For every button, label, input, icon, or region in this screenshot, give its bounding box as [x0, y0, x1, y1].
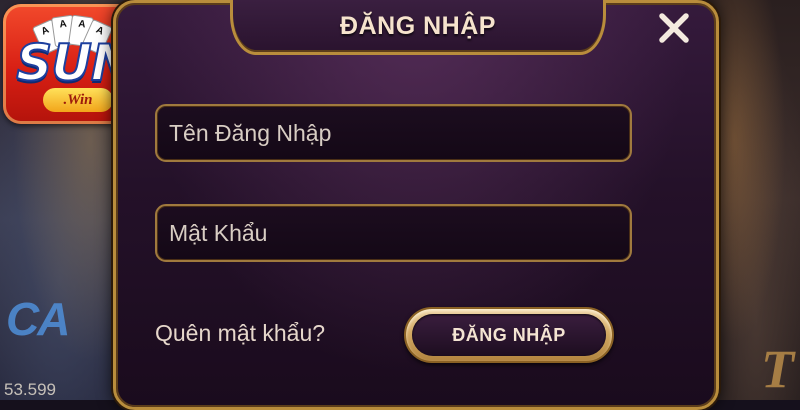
username-input[interactable] [155, 104, 632, 162]
background-text-right: T [761, 339, 794, 399]
forgot-password-link[interactable]: Quên mật khẩu? [155, 320, 325, 347]
logo-sub-badge: .Win [43, 88, 113, 112]
background-number: 53.599 [4, 380, 56, 399]
login-button-label: ĐĂNG NHẬP [452, 325, 566, 345]
dialog-title: ĐĂNG NHẬP [340, 12, 496, 40]
close-icon [659, 13, 689, 43]
login-button[interactable]: ĐĂNG NHẬP [404, 307, 614, 363]
close-button[interactable] [654, 8, 694, 48]
background-text-left: CA [6, 293, 70, 345]
password-input[interactable] [155, 204, 632, 262]
